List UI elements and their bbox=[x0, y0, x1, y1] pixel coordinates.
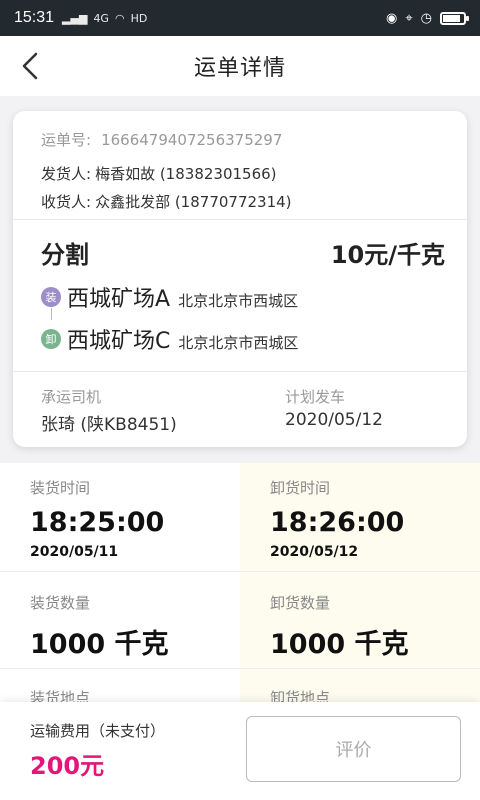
unload-date-value: 2020/05/12 bbox=[270, 544, 359, 560]
details-grid: 装货时间 18:25:00 2020/05/11 卸货时间 18:26:00 2… bbox=[0, 463, 480, 703]
order-card: 运单号: 1666479407256375297 发货人: 梅香如故 (183823… bbox=[13, 111, 467, 447]
unload-qty-value: 1000 千克 bbox=[270, 629, 409, 660]
load-badge: 装 bbox=[41, 287, 61, 307]
top-nav-bar: 运单详情 bbox=[0, 36, 480, 96]
depart-value: 2020/05/12 bbox=[285, 410, 383, 430]
load-date-value: 2020/05/11 bbox=[30, 544, 119, 560]
unload-stop-name: 西城矿场C bbox=[67, 329, 171, 354]
order-number-row: 运单号: 1666479407256375297 bbox=[41, 129, 282, 150]
unload-stop: 卸 西城矿场C 北京北京市西城区 bbox=[41, 323, 298, 355]
sender-value: 梅香如故 (18382301566) bbox=[95, 165, 277, 183]
load-stop: 装 西城矿场A 北京北京市西城区 bbox=[41, 281, 298, 313]
cargo-name: 分割 bbox=[41, 241, 89, 269]
wifi-icon: ◠ bbox=[114, 11, 125, 25]
load-time-cell: 装货时间 18:25:00 2020/05/11 bbox=[0, 463, 240, 571]
status-time: 15:31 bbox=[14, 9, 55, 26]
signal-icon: ▂▄▆ bbox=[62, 11, 88, 25]
unit-price: 10元/千克 bbox=[330, 241, 445, 269]
divider bbox=[13, 371, 467, 372]
receiver-row: 收货人: 众鑫批发部 (18770772314) bbox=[41, 191, 292, 212]
page-title: 运单详情 bbox=[193, 56, 286, 81]
unload-qty-label: 卸货数量 bbox=[270, 594, 331, 612]
hd-badge: HD bbox=[130, 11, 148, 25]
unload-badge: 卸 bbox=[41, 329, 61, 349]
load-qty-value: 1000 千克 bbox=[30, 629, 169, 660]
load-time-label: 装货时间 bbox=[30, 479, 91, 497]
driver-value: 张琦 (陕KB8451) bbox=[41, 415, 177, 435]
back-button[interactable] bbox=[14, 50, 46, 82]
network-type: 4G bbox=[93, 11, 109, 25]
bottom-action-bar: 运输费用（未支付） 200元 评价 bbox=[0, 702, 480, 800]
chevron-left-icon bbox=[22, 52, 38, 80]
load-place-label: 装货地点 bbox=[30, 689, 91, 703]
order-number-label: 运单号: bbox=[41, 131, 92, 149]
load-stop-name: 西城矿场A bbox=[67, 287, 171, 312]
unload-time-cell: 卸货时间 18:26:00 2020/05/12 bbox=[240, 463, 480, 571]
driver-label: 承运司机 bbox=[41, 388, 102, 406]
receiver-value: 众鑫批发部 (18770772314) bbox=[95, 193, 292, 211]
unload-stop-address: 北京北京市西城区 bbox=[178, 333, 299, 352]
load-qty-cell: 装货数量 1000 千克 bbox=[0, 572, 240, 668]
location-icon: ⌖ bbox=[405, 10, 413, 26]
divider bbox=[13, 219, 467, 220]
battery-icon bbox=[440, 11, 469, 25]
unload-qty-cell: 卸货数量 1000 千克 bbox=[240, 572, 480, 668]
route-connector bbox=[51, 308, 52, 320]
depart-label: 计划发车 bbox=[285, 388, 346, 406]
load-time-value: 18:25:00 bbox=[30, 507, 165, 538]
sender-row: 发货人: 梅香如故 (18382301566) bbox=[41, 163, 277, 184]
alarm-icon: ◷ bbox=[420, 10, 432, 26]
sender-label: 发货人: bbox=[41, 165, 92, 183]
fee-value: 200元 bbox=[30, 752, 105, 780]
lock-icon: ◉ bbox=[385, 10, 398, 26]
receiver-label: 收货人: bbox=[41, 193, 92, 211]
unload-place-label: 卸货地点 bbox=[270, 689, 331, 703]
unload-time-value: 18:26:00 bbox=[270, 507, 405, 538]
order-number-value: 1666479407256375297 bbox=[101, 131, 283, 149]
load-qty-label: 装货数量 bbox=[30, 594, 91, 612]
status-bar: 15:31 ▂▄▆ 4G ◠ HD ◉ ⌖ ◷ bbox=[0, 0, 480, 36]
load-place-cell: 装货地点 bbox=[0, 669, 240, 703]
load-stop-address: 北京北京市西城区 bbox=[178, 291, 299, 310]
rate-button[interactable]: 评价 bbox=[246, 716, 461, 782]
unload-time-label: 卸货时间 bbox=[270, 479, 331, 497]
unload-place-cell: 卸货地点 bbox=[240, 669, 480, 703]
fee-label: 运输费用（未支付） bbox=[30, 722, 166, 740]
